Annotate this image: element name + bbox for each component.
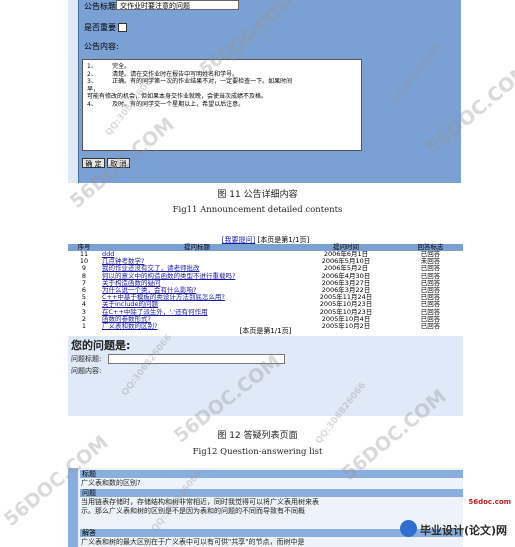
- site-logo: 56doc.com 毕业设计(论文)网: [398, 498, 515, 547]
- ask-question-link[interactable]: [我要提问]: [222, 236, 255, 244]
- left-sidebar-strip: [68, 0, 79, 183]
- question-content-label: 问题内容:: [71, 367, 102, 375]
- title-header: 标题: [80, 470, 463, 478]
- column-header-title: 提问标题: [100, 244, 294, 251]
- table-header-row: 序号 提问标题 提问时间 回答标志: [68, 244, 463, 251]
- question-title-input[interactable]: [108, 354, 285, 364]
- pager: [本页是第1/1页]: [239, 327, 292, 335]
- important-label: 是否重要: [84, 23, 116, 32]
- figure-11-caption-en: Fig11 Announcement detailed contents: [172, 205, 343, 215]
- page-info: [本页是第1/1页]: [257, 236, 310, 244]
- announcement-title-label: 公告标题:: [84, 2, 119, 11]
- logo-icon: [400, 520, 417, 537]
- question-header: 问题: [80, 489, 463, 497]
- question-text-line-1: 当用链表存储时，存储结构和树非常相近，同时我觉得可以将广义表用树来表: [81, 498, 319, 506]
- question-title-value: 广义表和数的区别?: [81, 479, 141, 487]
- announcement-title-input[interactable]: 交作业时要注意的问题: [116, 0, 239, 10]
- announcement-content-label: 公告内容:: [84, 42, 119, 51]
- logo-site-text: 56doc.com: [468, 498, 511, 506]
- ok-button[interactable]: 确 定: [82, 158, 105, 168]
- question-title-label: 问题标题:: [71, 355, 102, 363]
- left-sidebar-strip: [68, 468, 78, 547]
- announcement-content-textarea[interactable]: 1、 完全。 2、 清楚。请在交作业时在报告中写明姓名和学号。 3、 正确。有的…: [82, 59, 362, 151]
- logo-name-text: 毕业设计(论文)网: [420, 524, 508, 537]
- announcement-detail-screenshot: 公告标题: 交作业时要注意的问题 是否重要 公告内容: 1、 完全。 2、 清楚…: [68, 0, 461, 183]
- cancel-button[interactable]: 取 消: [107, 158, 130, 168]
- question-list-screenshot: [我要提问] [本页是第1/1页] 序号 提问标题 提问时间 回答标志 11 dd…: [68, 233, 463, 416]
- question-table: 序号 提问标题 提问时间 回答标志 11 ddd 2006年6月1日 已回答 10 几点钟…: [68, 244, 463, 330]
- important-checkbox[interactable]: [118, 23, 127, 32]
- answer-text-line-1: 广义表和树的最大区别在于广义表中可以有可供"共享"的节点，而树中是: [81, 538, 305, 546]
- figure-11-caption-cn: 图 11 公告详细内容: [217, 190, 298, 200]
- figure-12-caption-en: Fig12 Question-answering list: [192, 447, 323, 457]
- figure-12-caption-cn: 图 12 答疑列表页面: [217, 431, 298, 441]
- question-heading: 您的问题是:: [71, 339, 131, 352]
- question-text-line-2: 示。那么广义表和树的区别是不是因为表和的问题的不同而导致有不同概: [81, 507, 305, 515]
